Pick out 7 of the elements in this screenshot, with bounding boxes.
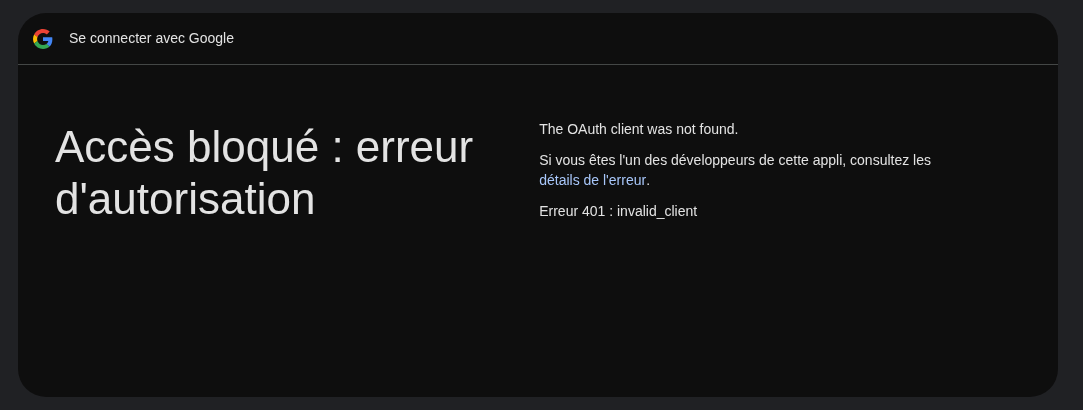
error-message: Erreur 401 : invalid_client [539, 202, 699, 221]
error-details-link[interactable]: détails de l'erreur [539, 172, 647, 188]
error-message: The OAuth client was not found. [539, 120, 740, 139]
help-message: Si vous êtes l'un des développeurs de cette appli, consultez les détails de l'erreur. [539, 151, 932, 190]
page-heading: Accès bloqué : erreur d'autorisation [55, 121, 475, 225]
header-title: Se connecter avec Google [69, 29, 234, 48]
google-logo-icon [33, 28, 53, 49]
